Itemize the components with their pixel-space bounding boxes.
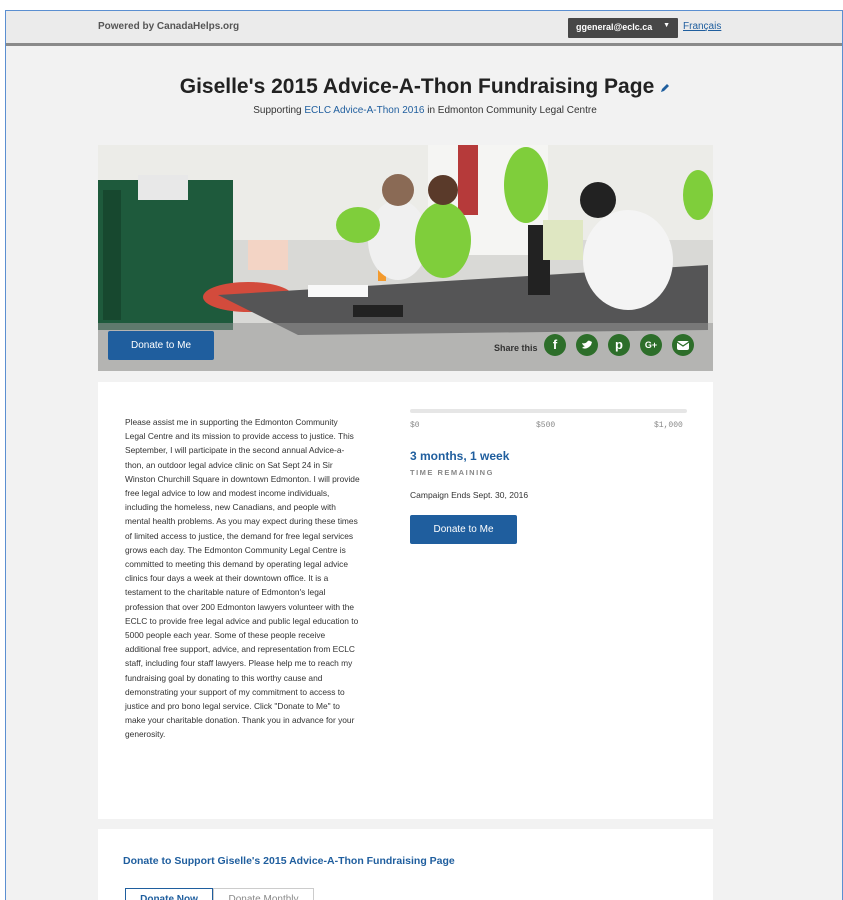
subtitle-suffix: in Edmonton Community Legal Centre — [427, 105, 597, 116]
page-subtitle: Supporting ECLC Advice-A-Thon 2016 in Ed… — [6, 105, 842, 116]
email-icon[interactable] — [672, 334, 694, 356]
donation-form-title: Donate to Support Giselle's 2015 Advice-… — [123, 855, 455, 867]
chevron-down-icon: ▼ — [663, 22, 670, 29]
subtitle-prefix: Supporting — [253, 105, 302, 116]
time-remaining-value: 3 months, 1 week — [410, 449, 510, 463]
goal-tick-500: $500 — [536, 421, 556, 430]
twitter-icon[interactable] — [576, 334, 598, 356]
account-dropdown[interactable]: ggeneral@eclc.ca ▼ — [568, 18, 678, 38]
donation-form-card: Donate to Support Giselle's 2015 Advice-… — [98, 829, 713, 900]
account-label: ggeneral@eclc.ca — [576, 22, 653, 32]
campaign-link[interactable]: ECLC Advice-A-Thon 2016 — [304, 105, 424, 116]
fundraising-page: Giselle's 2015 Advice-A-Thon Fundraising… — [6, 49, 842, 900]
time-remaining-label: TIME REMAINING — [410, 468, 494, 477]
goal-tick-1000: $1,000 — [654, 421, 683, 430]
campaign-end-date: Campaign Ends Sept. 30, 2016 — [410, 490, 529, 500]
powered-by-text: Powered by CanadaHelps.org — [98, 21, 240, 32]
share-label: Share this — [494, 343, 538, 353]
top-bar: Powered by CanadaHelps.org ggeneral@eclc… — [6, 11, 842, 46]
goal-progress-bar — [410, 409, 687, 413]
hero-donate-button[interactable]: Donate to Me — [108, 331, 214, 360]
tab-donate-monthly[interactable]: Donate Monthly — [213, 888, 314, 900]
browser-frame: Powered by CanadaHelps.org ggeneral@eclc… — [5, 10, 843, 900]
page-title: Giselle's 2015 Advice-A-Thon Fundraising… — [179, 75, 655, 98]
hero-banner: Donate to Me Share this f p G+ — [98, 145, 713, 371]
page-title-row: Giselle's 2015 Advice-A-Thon Fundraising… — [6, 75, 842, 99]
language-link[interactable]: Français — [683, 21, 721, 32]
goal-tick-0: $0 — [410, 421, 420, 430]
pinterest-icon[interactable]: p — [608, 334, 630, 356]
google-plus-icon[interactable]: G+ — [640, 334, 662, 356]
pencil-edit-icon[interactable] — [660, 75, 670, 92]
tab-donate-now[interactable]: Donate Now — [125, 888, 213, 900]
facebook-icon[interactable]: f — [544, 334, 566, 356]
campaign-description: Please assist me in supporting the Edmon… — [125, 417, 360, 740]
campaign-details-card: Please assist me in supporting the Edmon… — [98, 382, 713, 819]
donate-button[interactable]: Donate to Me — [410, 515, 517, 544]
